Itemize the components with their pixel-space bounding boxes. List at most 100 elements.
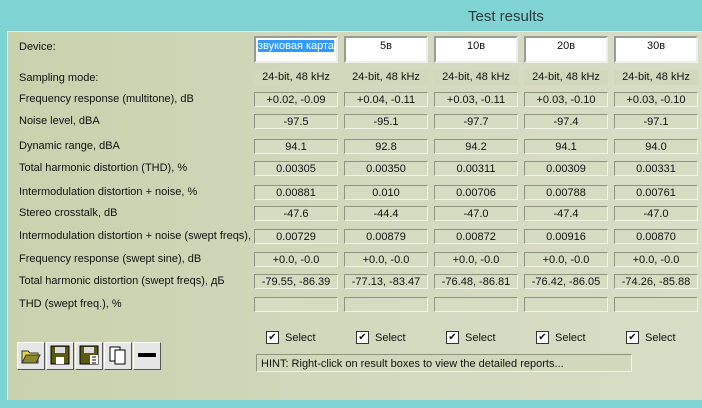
result-box[interactable] — [254, 297, 338, 312]
result-box[interactable]: -97.1 — [614, 114, 698, 129]
result-box[interactable]: 94.1 — [254, 139, 338, 154]
result-box[interactable]: -47.0 — [614, 206, 698, 221]
select-checkbox[interactable]: ✔ Select — [446, 331, 496, 344]
result-box[interactable]: -74.26, -85.88 — [614, 274, 698, 289]
device-name-text: 30в — [646, 40, 666, 52]
result-box[interactable]: 0.00331 — [614, 161, 698, 176]
sampling-mode-value: 24-bit, 48 kHz — [614, 70, 698, 85]
result-box[interactable]: +0.03, -0.10 — [524, 92, 608, 107]
result-box[interactable]: 94.2 — [434, 139, 518, 154]
result-row-label: THD (swept freq.), % — [19, 298, 122, 310]
result-box[interactable]: 0.010 — [344, 185, 428, 200]
checkbox-checked-icon: ✔ — [266, 331, 279, 344]
save-report-button[interactable] — [75, 342, 103, 370]
result-box[interactable]: 0.00305 — [254, 161, 338, 176]
result-box[interactable] — [614, 297, 698, 312]
result-box[interactable]: -79.55, -86.39 — [254, 274, 338, 289]
select-label: Select — [375, 331, 406, 344]
result-box[interactable]: +0.04, -0.11 — [344, 92, 428, 107]
select-label: Select — [645, 331, 676, 344]
result-box[interactable]: -97.7 — [434, 114, 518, 129]
result-box[interactable] — [524, 297, 608, 312]
result-row-label: Dynamic range, dBA — [19, 140, 120, 152]
result-box[interactable] — [434, 297, 518, 312]
copy-button[interactable] — [104, 342, 132, 370]
result-row-label: Noise level, dBA — [19, 115, 100, 127]
result-box[interactable]: -97.5 — [254, 114, 338, 129]
device-label: Device: — [19, 41, 56, 53]
device-name-field[interactable]: 20в — [524, 36, 608, 63]
sampling-label: Sampling mode: — [19, 72, 99, 84]
result-box[interactable]: 0.00761 — [614, 185, 698, 200]
result-box[interactable]: 92.8 — [344, 139, 428, 154]
copy-pages-icon — [108, 345, 128, 368]
result-box[interactable]: +0.0, -0.0 — [344, 252, 428, 267]
result-box[interactable]: -47.6 — [254, 206, 338, 221]
result-box[interactable]: +0.0, -0.0 — [434, 252, 518, 267]
result-row-label: Intermodulation distortion + noise (swep… — [19, 230, 264, 242]
select-label: Select — [285, 331, 316, 344]
device-name-field[interactable]: звуковая карта — [254, 36, 338, 63]
select-checkbox[interactable]: ✔ Select — [356, 331, 406, 344]
minus-icon — [137, 345, 157, 368]
result-box[interactable]: 0.00879 — [344, 229, 428, 244]
sampling-mode-value: 24-bit, 48 kHz — [434, 70, 518, 85]
result-box[interactable]: -95.1 — [344, 114, 428, 129]
result-box[interactable]: +0.02, -0.09 — [254, 92, 338, 107]
result-row-label: Frequency response (multitone), dB — [19, 93, 194, 105]
floppy-list-icon — [79, 345, 99, 368]
select-label: Select — [555, 331, 586, 344]
checkbox-checked-icon: ✔ — [626, 331, 639, 344]
result-box[interactable]: -76.42, -86.05 — [524, 274, 608, 289]
result-box[interactable]: +0.03, -0.10 — [614, 92, 698, 107]
result-box[interactable]: 0.00350 — [344, 161, 428, 176]
result-box[interactable]: 0.00872 — [434, 229, 518, 244]
checkbox-checked-icon: ✔ — [446, 331, 459, 344]
result-box[interactable]: 94.0 — [614, 139, 698, 154]
result-row-label: Total harmonic distortion (swept freqs),… — [19, 275, 225, 287]
device-name-text: звуковая карта — [257, 40, 335, 52]
result-row-label: Total harmonic distortion (THD), % — [19, 162, 188, 174]
checkbox-checked-icon: ✔ — [356, 331, 369, 344]
floppy-icon — [50, 345, 70, 368]
result-box[interactable]: 0.00916 — [524, 229, 608, 244]
result-row-label: Frequency response (swept sine), dB — [19, 253, 202, 265]
select-checkbox[interactable]: ✔ Select — [266, 331, 316, 344]
remove-button[interactable] — [133, 342, 161, 370]
result-box[interactable]: 0.00870 — [614, 229, 698, 244]
select-label: Select — [465, 331, 496, 344]
window-title: Test results — [468, 8, 544, 25]
result-box[interactable]: 0.00788 — [524, 185, 608, 200]
result-box[interactable]: -77.13, -83.47 — [344, 274, 428, 289]
result-box[interactable]: 0.00309 — [524, 161, 608, 176]
open-folder-icon — [20, 345, 42, 368]
result-box[interactable]: -47.4 — [524, 206, 608, 221]
result-box[interactable]: 0.00881 — [254, 185, 338, 200]
device-name-field[interactable]: 5в — [344, 36, 428, 63]
result-box[interactable]: 0.00729 — [254, 229, 338, 244]
result-box[interactable]: +0.0, -0.0 — [254, 252, 338, 267]
result-box[interactable]: 0.00311 — [434, 161, 518, 176]
result-box[interactable]: -47.0 — [434, 206, 518, 221]
open-button[interactable] — [17, 342, 45, 370]
device-name-text: 5в — [380, 40, 392, 52]
result-box[interactable]: +0.0, -0.0 — [614, 252, 698, 267]
result-box[interactable]: -97.4 — [524, 114, 608, 129]
results-panel: Device: Sampling mode: звуковая карта 5в 1… — [7, 31, 702, 400]
result-box[interactable]: +0.0, -0.0 — [524, 252, 608, 267]
sampling-mode-value: 24-bit, 48 kHz — [254, 70, 338, 85]
result-box[interactable]: 94.1 — [524, 139, 608, 154]
select-checkbox[interactable]: ✔ Select — [536, 331, 586, 344]
result-box[interactable]: -44.4 — [344, 206, 428, 221]
device-name-field[interactable]: 10в — [434, 36, 518, 63]
result-box[interactable]: +0.03, -0.11 — [434, 92, 518, 107]
checkbox-checked-icon: ✔ — [536, 331, 549, 344]
device-name-field[interactable]: 30в — [614, 36, 698, 63]
select-checkbox[interactable]: ✔ Select — [626, 331, 676, 344]
sampling-mode-value: 24-bit, 48 kHz — [344, 70, 428, 85]
result-box[interactable] — [344, 297, 428, 312]
result-box[interactable]: -76.48, -86.81 — [434, 274, 518, 289]
result-box[interactable]: 0.00706 — [434, 185, 518, 200]
device-name-text: 10в — [466, 40, 486, 52]
save-button[interactable] — [46, 342, 74, 370]
